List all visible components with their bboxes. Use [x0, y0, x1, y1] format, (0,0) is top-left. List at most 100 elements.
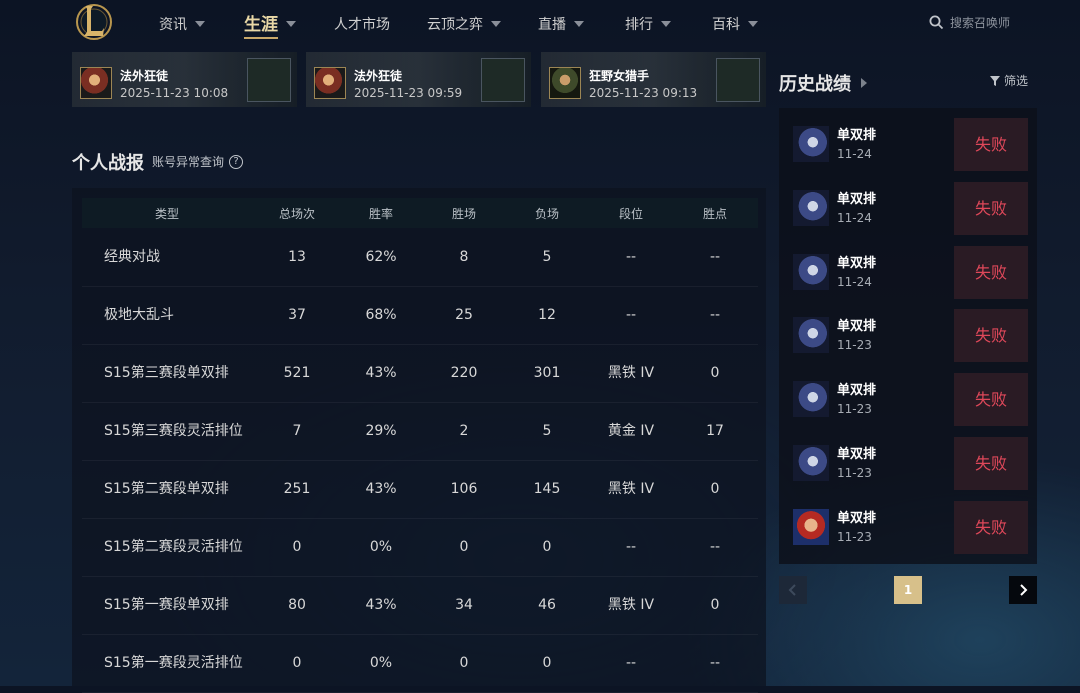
- match-history-item[interactable]: 单双排 11-23 失败: [792, 373, 1028, 427]
- table-row: S15第一赛段单双排 80 43% 34 46 黑铁 IV 0: [82, 576, 758, 635]
- minimap-thumbnail: [716, 58, 760, 102]
- match-date: 11-23: [837, 529, 872, 544]
- match-history-title[interactable]: 历史战绩: [779, 70, 867, 96]
- pagination-prev-button[interactable]: [779, 576, 807, 604]
- pagination-page-current[interactable]: 1: [894, 576, 922, 604]
- stat-cell: 25: [455, 307, 473, 323]
- nav-item-talent-market[interactable]: 人才市场: [334, 0, 390, 48]
- nav-item-ranking[interactable]: 排行: [625, 0, 671, 48]
- help-icon[interactable]: ?: [229, 154, 244, 169]
- table-row: S15第二赛段灵活排位 0 0% 0 0 -- --: [82, 518, 758, 577]
- queue-type-cell: S15第二赛段灵活排位: [104, 539, 243, 555]
- search-icon: [929, 15, 944, 30]
- chevron-down-icon: [661, 21, 671, 27]
- search-input[interactable]: 搜索召唤师: [950, 14, 1010, 31]
- stat-cell: --: [709, 539, 721, 555]
- video-champion-name: 法外狂徒: [120, 69, 169, 83]
- chevron-right-icon: [1020, 584, 1028, 596]
- nav-item-wiki[interactable]: 百科: [712, 0, 758, 48]
- chevron-left-icon: [788, 584, 796, 596]
- table-row: 极地大乱斗 37 68% 25 12 -- --: [82, 286, 758, 345]
- match-mode: 单双排: [837, 128, 877, 143]
- match-history-item[interactable]: 单双排 11-23 失败: [792, 309, 1028, 363]
- match-history-item[interactable]: 单双排 11-23 失败: [792, 500, 1028, 554]
- nav-item-news[interactable]: 资讯: [159, 0, 205, 48]
- nav-item-live[interactable]: 直播: [538, 0, 584, 48]
- column-header: 总场次: [278, 206, 315, 221]
- champion-avatar: [314, 67, 346, 99]
- stat-cell: 12: [538, 307, 556, 323]
- column-header: 段位: [618, 206, 643, 221]
- stat-cell: --: [625, 249, 637, 265]
- pagination-next-button[interactable]: [1009, 576, 1037, 604]
- match-mode: 单双排: [837, 510, 877, 526]
- stat-cell: 2: [459, 423, 469, 439]
- stat-cell: --: [709, 655, 721, 671]
- stat-cell: --: [625, 655, 637, 671]
- match-mode: 单双排: [837, 319, 877, 335]
- queue-type-cell: 极地大乱斗: [104, 307, 174, 323]
- column-header: 胜点: [702, 206, 727, 221]
- summoner-search[interactable]: 搜索召唤师: [929, 14, 1010, 31]
- match-history-item[interactable]: 单双排 11-24 失败: [792, 181, 1028, 235]
- champion-avatar: [793, 126, 829, 162]
- stat-cell: 251: [283, 481, 311, 497]
- stat-cell: 13: [288, 249, 306, 265]
- nav-item-career[interactable]: 生涯: [244, 0, 296, 48]
- nav-item-tft[interactable]: 云顶之弈: [427, 0, 501, 48]
- match-history-item[interactable]: 单双排 11-24 失败: [792, 118, 1028, 171]
- column-header: 负场: [534, 206, 559, 221]
- queue-type-cell: 经典对战: [104, 249, 160, 265]
- stat-cell: 0: [710, 365, 720, 381]
- video-card[interactable]: 法外狂徒 2025-11-23 09:59: [306, 52, 531, 107]
- match-result-badge: 失败: [954, 373, 1028, 427]
- stat-cell: 0%: [369, 539, 393, 555]
- stat-cell: 5: [542, 423, 552, 439]
- filter-button[interactable]: 筛选: [990, 72, 1028, 89]
- table-row: S15第三赛段灵活排位 7 29% 2 5 黄金 IV 17: [82, 402, 758, 461]
- stats-title: 个人战报: [72, 153, 144, 174]
- champion-avatar: [549, 67, 581, 99]
- match-mode: 单双排: [837, 255, 877, 271]
- stat-cell: 8: [459, 249, 469, 265]
- account-abnormal-link[interactable]: 账号异常查询 ?: [152, 153, 244, 170]
- lol-logo[interactable]: [74, 2, 114, 42]
- champion-avatar: [793, 445, 829, 481]
- match-history-item[interactable]: 单双排 11-23 失败: [792, 437, 1028, 490]
- queue-type-cell: S15第三赛段灵活排位: [104, 423, 243, 439]
- stat-cell: 43%: [365, 481, 397, 497]
- table-row: S15第三赛段单双排 521 43% 220 301 黑铁 IV 0: [82, 344, 758, 403]
- stat-cell: 37: [288, 307, 306, 323]
- match-history-list: 单双排 11-24 失败 单双排 11-24 失败 单双排 11-24 失败 单双排 11-23 失败…: [779, 108, 1037, 564]
- video-card[interactable]: 狂野女猎手 2025-11-23 09:13: [541, 52, 766, 107]
- match-mode: 单双排: [837, 191, 877, 207]
- stats-table: 类型 总场次 胜率 胜场 负场 段位 胜点 经典对战 13 62% 8 5 -- -- 极地大…: [72, 188, 766, 693]
- champion-avatar: [793, 381, 829, 418]
- stat-cell: 黑铁 IV: [607, 597, 655, 613]
- column-header: 类型: [154, 206, 179, 221]
- match-history-item[interactable]: 单双排 11-24 失败: [792, 245, 1028, 299]
- queue-type-cell: S15第一赛段灵活排位: [104, 655, 243, 671]
- stat-cell: 0: [459, 539, 469, 555]
- column-header: 胜场: [451, 206, 476, 221]
- champion-avatar: [793, 189, 829, 226]
- champion-avatar: [793, 317, 829, 354]
- champion-avatar: [793, 253, 829, 290]
- champion-avatar: [80, 67, 112, 99]
- stat-cell: 7: [292, 423, 302, 439]
- stat-cell: --: [709, 249, 721, 265]
- video-champion-name: 狂野女猎手: [589, 69, 650, 83]
- match-date: 11-23: [837, 466, 872, 480]
- stat-cell: 80: [288, 597, 306, 613]
- stat-cell: --: [625, 307, 637, 323]
- chevron-right-icon: [861, 78, 867, 88]
- match-result-badge: 失败: [954, 437, 1028, 490]
- video-time: 2025-11-23 09:59: [354, 86, 463, 100]
- stat-cell: 0: [292, 655, 302, 671]
- match-date: 11-23: [837, 338, 872, 353]
- champion-avatar: [793, 508, 829, 545]
- stat-cell: 0: [542, 539, 552, 555]
- stat-cell: 62%: [365, 249, 397, 265]
- video-card[interactable]: 法外狂徒 2025-11-23 10:08: [72, 52, 297, 107]
- stat-cell: 29%: [365, 423, 397, 439]
